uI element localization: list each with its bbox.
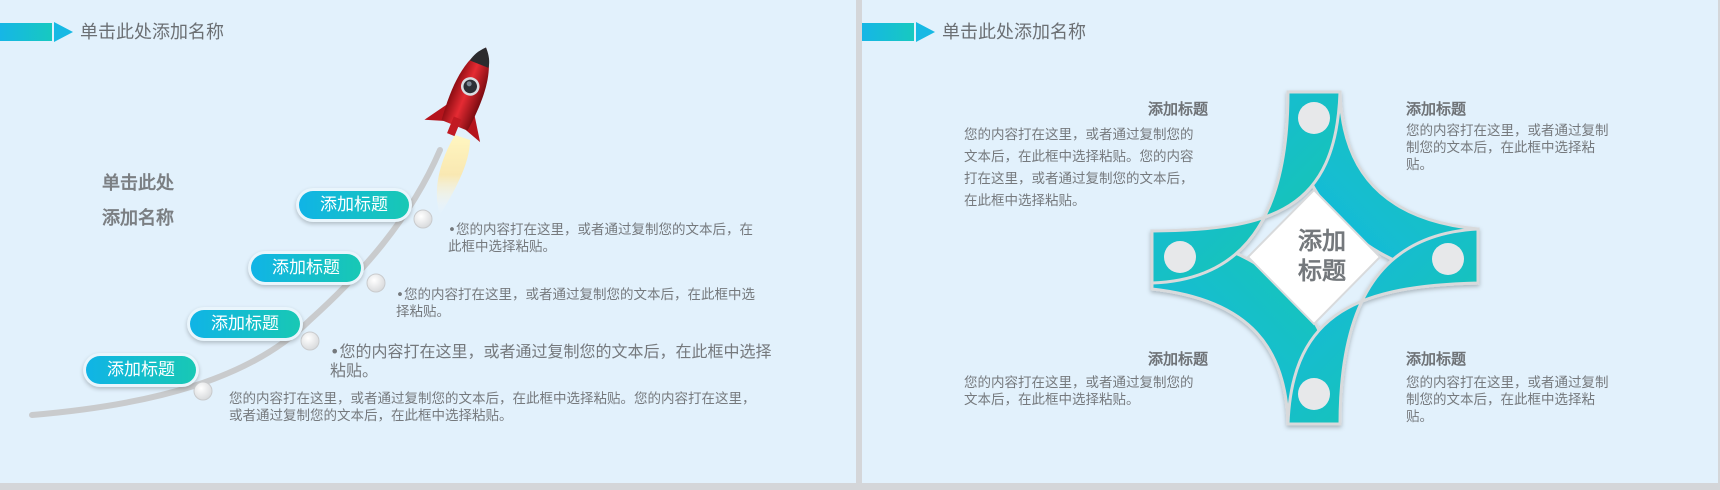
- step-text-2[interactable]: •您的内容打在这里，或者通过复制您的文本后，在此框中选 择粘贴。: [396, 287, 755, 321]
- curve-dot: [193, 381, 213, 401]
- diagram-node-left: [1164, 241, 1196, 273]
- step-pill-4[interactable]: 添加标题: [83, 353, 199, 387]
- rocket-flame: [436, 135, 470, 215]
- block-title-bottom-left[interactable]: 添加标题: [1148, 348, 1208, 369]
- step-pill-4-label: 添加标题: [86, 356, 196, 384]
- curve-dot: [300, 331, 320, 351]
- block-text-top-left[interactable]: 您的内容打在这里，或者通过复制您的 文本后，在此框中选择粘贴。您的内容 打在这里…: [964, 124, 1194, 212]
- diagram-node-right: [1432, 243, 1464, 275]
- block-text-top-right[interactable]: 您的内容打在这里，或者通过复制 制您的文本后，在此框中选择粘 贴。: [1406, 123, 1609, 174]
- block-text-bottom-right[interactable]: 您的内容打在这里，或者通过复制 制您的文本后，在此框中选择粘 贴。: [1406, 375, 1609, 426]
- step-pill-2-label: 添加标题: [251, 254, 361, 282]
- step-pill-1[interactable]: 添加标题: [296, 188, 412, 222]
- slide-left: 单击此处添加名称 单击此处 添加名称 添加标题 添加标题 添加标题 添加标题 •…: [0, 0, 856, 483]
- step-text-1[interactable]: •您的内容打在这里，或者通过复制您的文本后，在 此框中选择粘贴。: [448, 222, 753, 256]
- step-text-4[interactable]: 您的内容打在这里，或者通过复制您的文本后，在此框中选择粘贴。您的内容打在这里， …: [229, 391, 756, 425]
- curve-dot: [366, 273, 386, 293]
- diagram-node-bottom: [1298, 378, 1330, 410]
- block-title-top-left[interactable]: 添加标题: [1148, 98, 1208, 119]
- curve-dot: [413, 209, 433, 229]
- diagram-node-top: [1298, 102, 1330, 134]
- slide-right: 单击此处添加名称 添加 标题 添加标题 您的内容打在这里，或者通过复制您的 文本…: [862, 0, 1718, 483]
- diagram-center-label[interactable]: 添加 标题: [1280, 226, 1364, 286]
- block-title-top-right[interactable]: 添加标题: [1406, 98, 1466, 119]
- rocket-icon: [424, 47, 490, 143]
- block-text-bottom-left[interactable]: 您的内容打在这里，或者通过复制您的 文本后，在此框中选择粘贴。: [964, 375, 1194, 409]
- step-pill-2[interactable]: 添加标题: [248, 251, 364, 285]
- step-pill-3-label: 添加标题: [190, 310, 300, 338]
- step-text-3[interactable]: •您的内容打在这里，或者通过复制您的文本后，在此框中选择 粘贴。: [330, 342, 771, 380]
- step-pill-1-label: 添加标题: [299, 191, 409, 219]
- block-title-bottom-right[interactable]: 添加标题: [1406, 348, 1466, 369]
- step-pill-3[interactable]: 添加标题: [187, 307, 303, 341]
